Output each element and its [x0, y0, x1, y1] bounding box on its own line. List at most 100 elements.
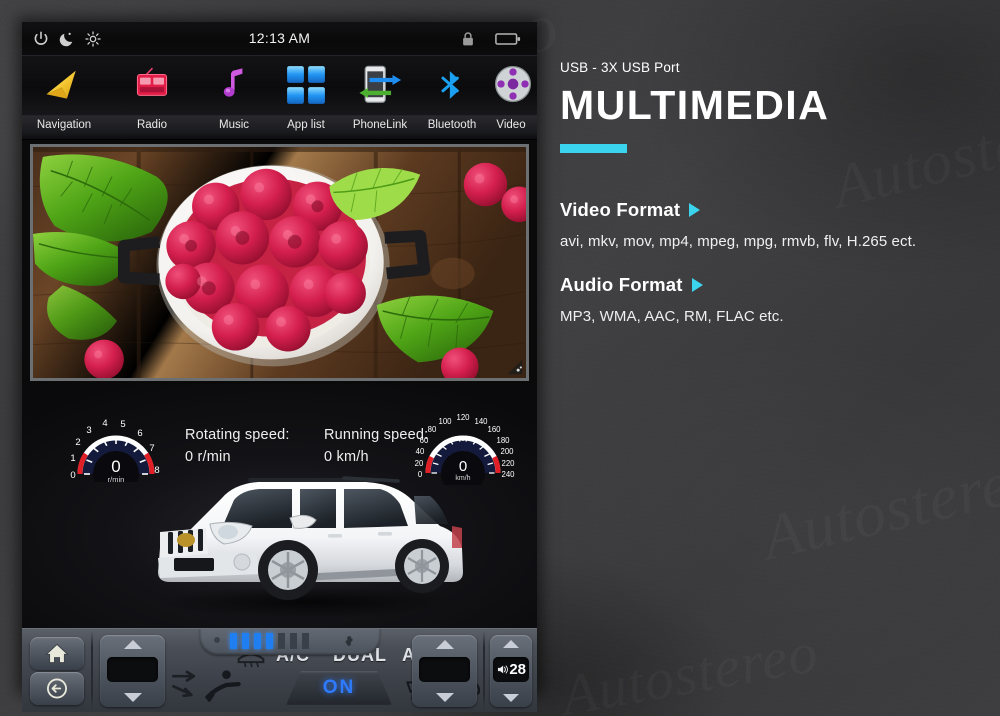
fan-bar-4: [266, 633, 273, 649]
video-format-label: Video Format: [560, 199, 681, 221]
triangle-bullet-icon: [689, 203, 701, 218]
dock-label-phonelink: PhoneLink: [352, 119, 408, 131]
audio-format-heading: Audio Format: [560, 274, 990, 296]
svg-text:160: 160: [487, 425, 501, 434]
video-player[interactable]: [30, 144, 529, 381]
svg-text:0: 0: [70, 470, 75, 481]
right-temp-stepper[interactable]: [412, 635, 477, 707]
dock-label-navigation: Navigation: [36, 119, 92, 131]
back-arrow-icon: [47, 678, 67, 699]
tach-unit: r/min: [108, 475, 125, 482]
svg-text:240: 240: [501, 470, 515, 479]
fan-bar-7: [302, 633, 309, 649]
right-temp-up-arrow[interactable]: [435, 640, 454, 649]
video-disc-icon: [495, 66, 531, 102]
panel-title: MULTIMEDIA: [560, 82, 830, 128]
radio-icon: [136, 67, 168, 96]
climate-divider-left: [91, 631, 93, 711]
fan-bar-5: [278, 633, 285, 649]
svg-text:200: 200: [500, 447, 514, 456]
home-icon: [45, 643, 69, 664]
dock-item-app-list[interactable]: [274, 56, 338, 116]
dock-label-app-list: App list: [287, 119, 325, 131]
home-button[interactable]: [30, 637, 84, 670]
back-button[interactable]: [30, 672, 84, 705]
dock-item-radio[interactable]: [120, 56, 184, 116]
rotating-speed-label: Rotating speed:: [185, 427, 290, 443]
status-bar: 12:13 AM: [22, 22, 537, 56]
svg-text:6: 6: [137, 428, 142, 439]
fan-bar-2: [242, 633, 249, 649]
info-panel: USB - 3X USB Port MULTIMEDIA Video Forma…: [560, 60, 990, 325]
svg-text:100: 100: [438, 417, 452, 426]
panel-kicker: USB - 3X USB Port: [560, 60, 680, 75]
fan-blade-icon: [345, 636, 353, 646]
left-temp-up-arrow[interactable]: [123, 640, 142, 649]
lock-icon: [463, 32, 473, 46]
accent-bar: [560, 144, 627, 154]
fan-bar-3: [254, 633, 261, 649]
svg-text:140: 140: [474, 417, 488, 426]
app-grid-icon: [287, 66, 325, 104]
svg-text:40: 40: [416, 447, 425, 456]
svg-text:5: 5: [120, 419, 125, 430]
dock-label-video: Video: [496, 119, 526, 131]
svg-text:120: 120: [456, 413, 470, 422]
left-temp-down-arrow[interactable]: [123, 693, 142, 702]
triangle-bullet-icon: [691, 278, 703, 293]
volume-control[interactable]: 28: [490, 635, 532, 707]
climate-divider-right: [483, 631, 485, 711]
dashboard-panel: 0 r/min 012 345 678 Rotating speed: 0 r/…: [22, 384, 537, 628]
volume-up-arrow[interactable]: [503, 640, 519, 648]
app-dock[interactable]: [22, 56, 537, 116]
volume-down-arrow[interactable]: [503, 694, 519, 702]
svg-text:2: 2: [75, 437, 80, 448]
seat-airflow-icon[interactable]: [204, 667, 242, 703]
right-temp-down-arrow[interactable]: [435, 693, 454, 702]
music-note-icon: [223, 68, 243, 97]
audio-format-label: Audio Format: [560, 274, 683, 296]
fan-bar-1: [230, 633, 237, 649]
vehicle-image: [158, 476, 463, 617]
audio-format-list: MP3, WMA, AAC, RM, FLAC etc.: [560, 308, 784, 326]
airflow-arrows-icon[interactable]: [170, 665, 204, 701]
tach-value: 0: [111, 457, 120, 476]
fan-bars: [230, 633, 309, 649]
svg-text:1: 1: [70, 453, 75, 464]
volume-value: 28: [509, 661, 526, 678]
svg-text:3: 3: [86, 425, 91, 436]
svg-text:7: 7: [149, 443, 154, 454]
svg-text:4: 4: [102, 418, 107, 429]
dock-item-video[interactable]: [488, 56, 536, 116]
dock-item-phonelink[interactable]: [346, 56, 416, 116]
fan-bar-6: [290, 633, 297, 649]
left-temp-stepper[interactable]: [100, 635, 165, 707]
fan-speed-indicator[interactable]: [200, 629, 380, 655]
head-unit-screen[interactable]: 12:13 AM Navigation Radio Music App list…: [22, 22, 537, 712]
video-format-list: avi, mkv, mov, mp4, mpeg, mpg, rmvb, flv…: [560, 233, 917, 251]
dock-item-music[interactable]: [202, 56, 266, 116]
video-frame-content: [33, 147, 526, 378]
left-temp-display: [107, 657, 158, 682]
dock-label-music: Music: [218, 119, 250, 131]
svg-text:60: 60: [420, 436, 429, 445]
svg-text:180: 180: [496, 436, 510, 445]
climate-control-bar[interactable]: A/C DUAL AUTO ON MAX: [22, 628, 537, 712]
phonelink-icon: [359, 65, 402, 103]
dock-item-navigation[interactable]: [32, 56, 96, 116]
speaker-icon: [497, 665, 508, 674]
fan-indicator-dot: [214, 637, 220, 643]
svg-text:80: 80: [428, 425, 437, 434]
svg-text:220: 220: [501, 459, 515, 468]
on-indicator[interactable]: ON: [286, 671, 392, 705]
volume-display: 28: [493, 657, 529, 682]
dock-label-bluetooth: Bluetooth: [427, 119, 477, 131]
dock-label-radio: Radio: [136, 119, 168, 131]
right-temp-display: [419, 657, 470, 682]
fullscreen-corner-icon[interactable]: [506, 358, 524, 376]
dock-item-bluetooth[interactable]: [420, 56, 484, 116]
app-dock-labels: Navigation Radio Music App list PhoneLin…: [22, 116, 537, 140]
battery-icon: [495, 33, 521, 45]
bluetooth-icon: [441, 71, 459, 99]
navigation-arrow-icon: [46, 70, 76, 99]
